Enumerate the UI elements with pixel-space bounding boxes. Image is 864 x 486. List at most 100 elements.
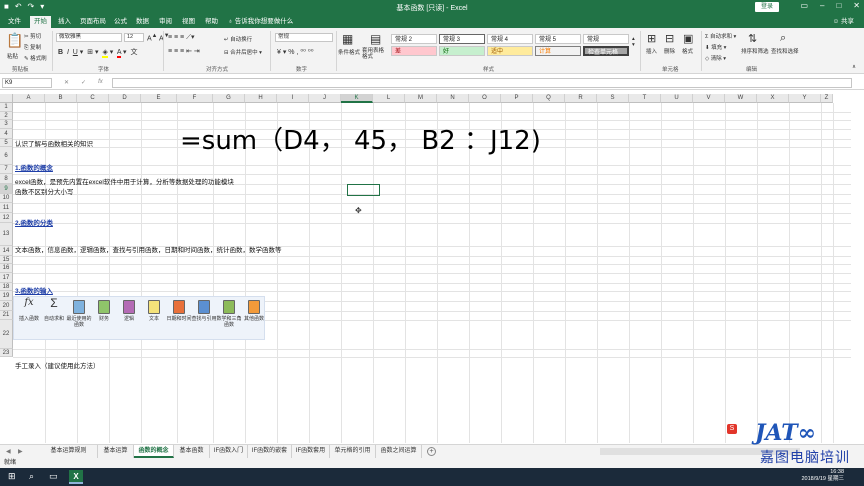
formula-input[interactable] <box>112 78 852 88</box>
font-size-select[interactable]: 12 <box>124 33 144 42</box>
row-header-11[interactable]: 11 <box>0 202 13 213</box>
cell-a8[interactable]: excel函数，是预先内置在excel软件中用于计算，分析等数据处理的功能模块 <box>15 176 234 186</box>
row-header-12[interactable]: 12 <box>0 212 13 223</box>
close-icon[interactable]: ✕ <box>853 1 860 10</box>
delete-cells-label[interactable]: 删除 <box>664 47 675 55</box>
column-header-d[interactable]: D <box>109 94 141 103</box>
style-good[interactable]: 好 <box>439 46 485 56</box>
column-header-j[interactable]: J <box>309 94 341 103</box>
format-painter-button[interactable]: ✎ 格式刷 <box>24 54 47 62</box>
italic-icon[interactable]: I <box>67 49 69 56</box>
row-header-10[interactable]: 10 <box>0 194 13 203</box>
fill-color-icon[interactable]: ◈ <box>102 49 108 58</box>
underline-icon[interactable]: U <box>73 49 78 56</box>
style-normal[interactable]: 常规 <box>583 34 629 44</box>
style-neutral[interactable]: 适中 <box>487 46 533 56</box>
style-check-cell[interactable]: 检查单元格 <box>583 46 629 56</box>
sort-filter-icon[interactable]: ⇅ <box>748 32 757 45</box>
style-normal-5[interactable]: 常规 5 <box>535 34 581 44</box>
column-header-c[interactable]: C <box>77 94 109 103</box>
login-button[interactable]: 登录 <box>755 2 779 12</box>
row-header-23[interactable]: 23 <box>0 348 13 357</box>
column-header-a[interactable]: A <box>13 94 45 103</box>
format-cells-label[interactable]: 格式 <box>682 47 693 55</box>
sheet-tab[interactable]: 基本函数 <box>174 445 210 458</box>
sheet-tab[interactable]: 基本运算规则 <box>40 445 98 458</box>
column-header-r[interactable]: R <box>565 94 597 103</box>
tab-formulas[interactable]: 公式 <box>110 16 131 28</box>
delete-cells-icon[interactable]: ⊟ <box>665 32 674 45</box>
row-header-19[interactable]: 19 <box>0 291 13 301</box>
search-icon[interactable]: ⌕ <box>29 471 34 482</box>
cell-a4[interactable]: 认识了解与函数相关的知识 <box>15 138 93 148</box>
style-normal-4[interactable]: 常规 4 <box>487 34 533 44</box>
column-header-v[interactable]: V <box>693 94 725 103</box>
sort-filter-label[interactable]: 排序和筛选 <box>741 47 769 55</box>
column-header-z[interactable]: Z <box>821 94 833 103</box>
row-header-1[interactable]: 1 <box>0 103 13 112</box>
sheet-tab[interactable]: 基本运算 <box>98 445 134 458</box>
fill-button[interactable]: ⬇ 填充 ▾ <box>705 43 726 51</box>
border-icon[interactable]: ⊞ <box>87 49 93 56</box>
column-header-p[interactable]: P <box>501 94 533 103</box>
row-header-17[interactable]: 17 <box>0 272 13 283</box>
column-header-k[interactable]: K <box>341 94 373 103</box>
tab-page-layout[interactable]: 页面布局 <box>76 16 110 28</box>
font-name-select[interactable]: 微软雅黑 <box>56 33 122 42</box>
row-header-15[interactable]: 15 <box>0 255 13 264</box>
sheet-tab[interactable]: 单元格的引用 <box>330 445 376 458</box>
row-header-20[interactable]: 20 <box>0 301 13 311</box>
cell-a13[interactable]: 文本函数，信息函数，逻辑函数，查找与引用函数，日期和时间函数，统计函数，数学函数… <box>15 244 282 254</box>
row-header-8[interactable]: 8 <box>0 173 13 184</box>
autosum-button[interactable]: Σ 自动求和 ▾ <box>705 32 736 40</box>
style-calculation[interactable]: 计算 <box>535 46 581 56</box>
sheet-tab[interactable]: IF函数入门 <box>210 445 248 458</box>
insert-cells-icon[interactable]: ⊞ <box>647 32 656 45</box>
sheet-tab[interactable]: IF函数套用 <box>292 445 330 458</box>
column-header-q[interactable]: Q <box>533 94 565 103</box>
row-header-5[interactable]: 5 <box>0 138 13 147</box>
style-normal-3[interactable]: 常规 3 <box>439 34 485 44</box>
column-header-w[interactable]: W <box>725 94 757 103</box>
column-header-y[interactable]: Y <box>789 94 821 103</box>
row-header-21[interactable]: 21 <box>0 311 13 320</box>
enter-icon[interactable]: ✓ <box>81 79 86 86</box>
cancel-icon[interactable]: ✕ <box>64 79 69 86</box>
column-header-h[interactable]: H <box>245 94 277 103</box>
row-header-7[interactable]: 7 <box>0 165 13 174</box>
font-color-icon[interactable]: A <box>116 49 122 58</box>
row-header-13[interactable]: 13 <box>0 222 13 246</box>
column-header-m[interactable]: M <box>405 94 437 103</box>
merge-center-button[interactable]: ⊟ 合并后居中 ▾ <box>224 48 262 56</box>
column-header-g[interactable]: G <box>213 94 245 103</box>
cell-a6[interactable]: 1.函数的概念 <box>15 162 53 172</box>
copy-button[interactable]: ⎘ 复制 <box>24 43 41 52</box>
active-cell-k9[interactable] <box>347 184 380 196</box>
tab-home[interactable]: 开始 <box>30 16 51 28</box>
maximize-icon[interactable]: □ <box>836 1 841 10</box>
share-button[interactable]: ☺ 共享 <box>833 16 854 28</box>
vertical-align-icons[interactable]: ≡ ≡ ≡ ⟋▾ <box>168 33 195 42</box>
task-view-icon[interactable]: ▭ <box>49 471 58 482</box>
format-cells-icon[interactable]: ▣ <box>683 32 693 45</box>
column-header-t[interactable]: T <box>629 94 661 103</box>
cell-a12[interactable]: 2.函数的分类 <box>15 217 53 227</box>
row-header-2[interactable]: 2 <box>0 111 13 120</box>
insert-cells-label[interactable]: 插入 <box>646 47 657 55</box>
bold-icon[interactable]: B <box>58 49 63 56</box>
find-select-icon[interactable]: ⌕ <box>780 32 786 45</box>
paste-icon[interactable]: 📋 <box>6 32 23 49</box>
column-header-s[interactable]: S <box>597 94 629 103</box>
tab-file[interactable]: 文件 <box>4 16 25 28</box>
column-header-n[interactable]: N <box>437 94 469 103</box>
row-header-22[interactable]: 22 <box>0 319 13 349</box>
format-as-table-label[interactable]: 套用表格格式 <box>362 48 388 60</box>
cell-a17[interactable]: 3.函数的输入 <box>15 285 53 295</box>
styles-scroll-icon[interactable]: ▴ ▾ <box>632 36 635 48</box>
ribbon-display-icon[interactable]: ▭ <box>800 1 808 10</box>
clear-button[interactable]: ◇ 清除 ▾ <box>705 54 726 62</box>
column-header-l[interactable]: L <box>373 94 405 103</box>
prev-sheet-icon[interactable]: ◀ <box>6 448 11 455</box>
tab-help[interactable]: 帮助 <box>201 16 222 28</box>
phonetic-icon[interactable]: 文 <box>130 49 137 56</box>
